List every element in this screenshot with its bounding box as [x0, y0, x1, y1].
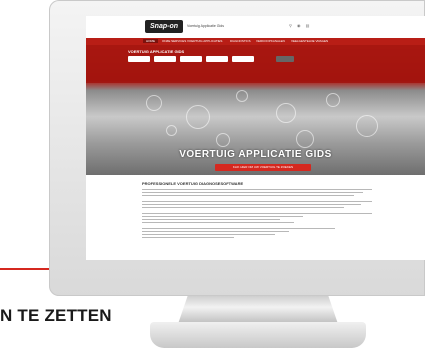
brand-logo[interactable]: Snap-on — [145, 20, 183, 33]
monitor-screen: Snap-on Voertuig Applicatie Gids ⚲ ◉ ▤ H… — [86, 16, 425, 260]
make-select[interactable] — [128, 56, 150, 62]
monitor-stand-base — [150, 322, 366, 348]
nav-home[interactable]: HOME — [143, 39, 158, 43]
monitor-stand-neck — [178, 296, 338, 324]
year-select[interactable] — [206, 56, 228, 62]
search-panel-title: VOERTUIG APPLICATIE GIDS — [128, 49, 185, 54]
page-headline: N TE ZETTEN — [0, 306, 112, 325]
nav-faq[interactable]: VEELGESTELDE VRAGEN — [291, 39, 328, 43]
engine-select[interactable] — [232, 56, 254, 62]
nav-diagnostics[interactable]: DIAGNOSTICS — [230, 39, 251, 43]
hero-banner: VOERTUIG APPLICATIE GIDS VOERTUIG APPLIC… — [86, 45, 425, 175]
model-select[interactable] — [154, 56, 176, 62]
search-panel: VOERTUIG APPLICATIE GIDS — [86, 45, 425, 83]
type-select[interactable] — [180, 56, 202, 62]
header-icons[interactable]: ⚲ ◉ ▤ — [289, 23, 311, 28]
monitor-chin — [49, 262, 425, 296]
content-section: PROFESSIONELE VOERTUIG DIAGNOSESOFTWARE — [142, 181, 372, 240]
nav-sales-channels[interactable]: VERKOOPKANALEN — [256, 39, 285, 43]
main-nav: HOME ONZE SERVICES VOERTUIG APPLICATIES … — [86, 38, 425, 45]
nav-vehicle-applications[interactable]: VOERTUIG APPLICATIES — [187, 39, 222, 43]
nav-services[interactable]: ONZE SERVICES — [162, 39, 186, 43]
site-tagline: Voertuig Applicatie Gids — [187, 24, 224, 28]
site-header: Snap-on Voertuig Applicatie Gids ⚲ ◉ ▤ — [86, 16, 425, 38]
hero-title: VOERTUIG APPLICATIE GIDS — [179, 149, 332, 160]
cta-button[interactable]: KLIK HIER OM UW VOERTUIG TE ZOEKEN — [215, 164, 311, 171]
content-heading: PROFESSIONELE VOERTUIG DIAGNOSESOFTWARE — [142, 181, 244, 186]
search-button[interactable] — [276, 56, 294, 62]
